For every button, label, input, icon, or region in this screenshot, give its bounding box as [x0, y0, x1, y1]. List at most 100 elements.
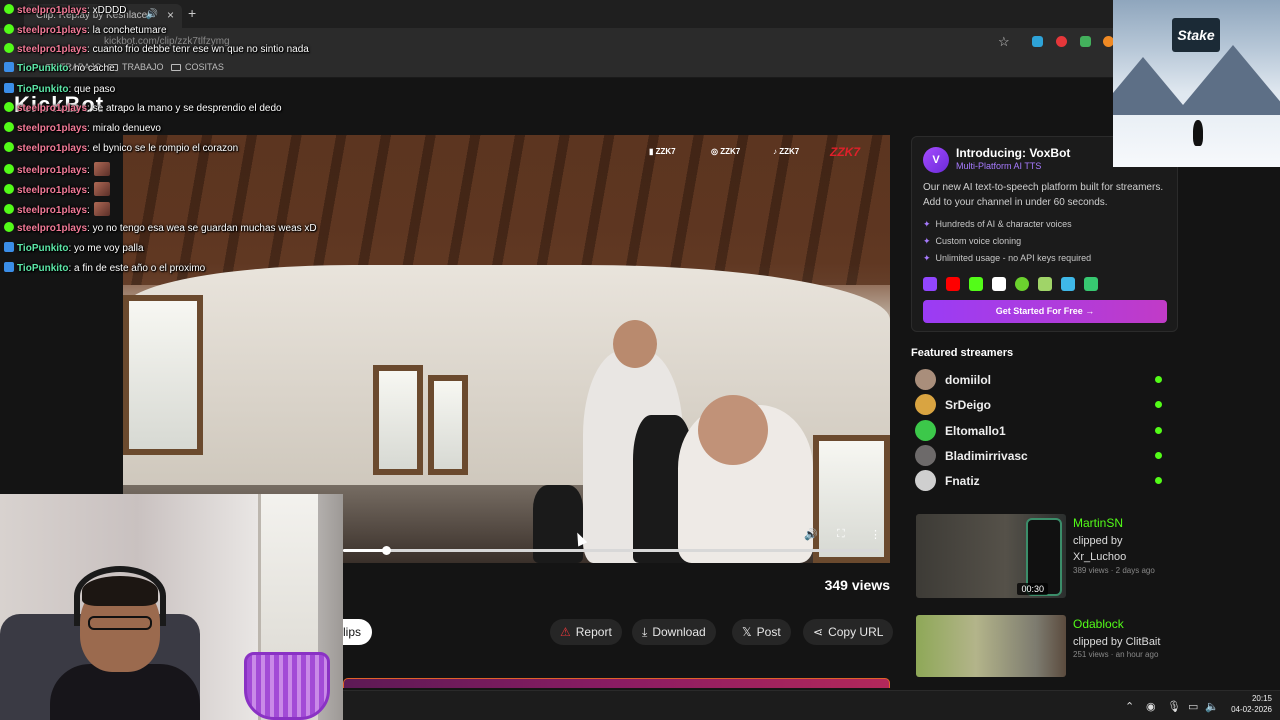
chat-username[interactable]: steelpro1plays — [17, 165, 87, 176]
chat-username[interactable]: steelpro1plays — [17, 123, 87, 134]
chat-text: : — [87, 185, 90, 196]
clip-thumbnail[interactable] — [916, 615, 1066, 677]
chat-username[interactable]: TioPunkito — [17, 243, 68, 254]
kick-badge-icon — [4, 4, 14, 14]
clip-author: clipped by ClitBait — [1073, 636, 1161, 648]
share-icon: ⋖ — [813, 625, 824, 639]
chat-username[interactable]: steelpro1plays — [17, 185, 87, 196]
clip-duration: 00:30 — [1017, 583, 1048, 595]
chat-username[interactable]: TioPunkito — [17, 263, 68, 274]
kick-badge-icon — [4, 102, 14, 112]
avatar — [915, 420, 936, 441]
verified-badge-icon — [4, 83, 14, 93]
verified-badge-icon — [4, 262, 14, 272]
chat-text: : a fin de este año o el proximo — [68, 263, 206, 274]
streamer-item[interactable]: SrDeigo — [915, 394, 1165, 416]
extension-icon[interactable] — [1032, 36, 1043, 47]
youtube-icon — [946, 277, 960, 291]
stake-ad[interactable]: Stake — [1113, 0, 1280, 167]
streamer-item[interactable]: Eltomallo1 — [915, 420, 1165, 442]
chat-username[interactable]: steelpro1plays — [17, 103, 87, 114]
promo-description: Our new AI text-to-speech platform built… — [923, 182, 1164, 208]
clip-thumbnail[interactable]: 00:30 — [916, 514, 1066, 598]
kick-badge-icon — [4, 122, 14, 132]
emote-icon — [93, 182, 110, 196]
chat-username[interactable]: steelpro1plays — [17, 143, 87, 154]
chat-text: : — [87, 205, 90, 216]
kick-badge-icon — [4, 184, 14, 194]
download-button[interactable]: ⤓ Download — [632, 619, 716, 645]
avatar — [915, 445, 936, 466]
chat-username[interactable]: steelpro1plays — [17, 205, 87, 216]
video-frame-head — [613, 320, 657, 368]
chat-text: : xDDDD — [87, 5, 127, 16]
streamer-item[interactable]: Bladimirrivasc — [915, 445, 1165, 467]
chat-username[interactable]: steelpro1plays — [17, 5, 87, 16]
video-progress-bar[interactable] — [343, 546, 879, 555]
kick-icon — [969, 277, 983, 291]
volume-icon[interactable]: 🔊 — [804, 528, 818, 541]
chat-message: steelpro1plays: la conchetumare — [4, 24, 167, 42]
clip-channel[interactable]: Odablock — [1073, 617, 1124, 631]
taskbar-clock[interactable]: 20:15 04-02-2026 — [1220, 693, 1272, 715]
tray-chevron-icon[interactable]: ⌃ — [1125, 700, 1134, 713]
copy-url-button[interactable]: ⋖ Copy URL — [803, 619, 894, 645]
webcam-basket — [244, 652, 330, 720]
chat-username[interactable]: steelpro1plays — [17, 44, 87, 55]
chat-username[interactable]: steelpro1plays — [17, 25, 87, 36]
streamelements-icon — [1061, 277, 1075, 291]
speaker-tray-icon[interactable]: 🔈 — [1205, 700, 1219, 713]
more-options-icon[interactable]: ⋮ — [870, 528, 881, 541]
chat-message: steelpro1plays: se atrapo la mano y se d… — [4, 102, 282, 120]
progress-handle[interactable] — [381, 546, 391, 555]
webcam-person-body — [50, 664, 200, 720]
mountain-shape — [1173, 45, 1280, 117]
stake-logo: Stake — [1172, 18, 1220, 52]
live-indicator — [1155, 477, 1162, 484]
clip-card[interactable]: Odablock clipped by ClitBait 251 views ·… — [916, 615, 1176, 699]
webcam-glasses — [88, 616, 152, 630]
chat-text: : — [87, 165, 90, 176]
chat-overlay: steelpro1plays: xDDDD steelpro1plays: la … — [0, 0, 400, 280]
microphone-icon[interactable]: 🎙 — [1167, 700, 1181, 713]
display-icon[interactable]: ▭ — [1188, 700, 1198, 713]
promo-subtitle: Multi-Platform AI TTS — [956, 161, 1042, 171]
chat-text: : no cache — [68, 63, 115, 74]
clock-time: 20:15 — [1251, 694, 1272, 703]
chat-username[interactable]: TioPunkito — [17, 84, 68, 95]
sparkle-icon: ✦ — [923, 219, 931, 229]
chat-message: steelpro1plays: — [4, 182, 110, 200]
video-frame-head — [698, 395, 768, 465]
fullscreen-icon[interactable]: ⛶ — [837, 528, 845, 541]
discord-tray-icon[interactable]: ◉ — [1146, 700, 1156, 713]
verified-badge-icon — [4, 242, 14, 252]
chat-username[interactable]: steelpro1plays — [17, 223, 87, 234]
sparkle-icon: ✦ — [923, 253, 931, 263]
streamer-item[interactable]: Fnatiz — [915, 470, 1165, 492]
extension-icon[interactable] — [1056, 36, 1067, 47]
kick-badge-icon — [4, 24, 14, 34]
emote-icon — [93, 202, 110, 216]
rumble-icon — [1015, 277, 1029, 291]
chat-message: TioPunkito: que paso — [4, 83, 115, 101]
bookmark-star-icon[interactable]: ☆ — [998, 34, 1010, 50]
post-button[interactable]: 𝕏 Post — [732, 619, 791, 645]
clip-card[interactable]: 00:30 MartinSN clipped by Xr_Luchoo 389 … — [916, 514, 1176, 598]
avatar — [915, 369, 936, 390]
clip-author: clipped by Xr_Luchoo — [1073, 535, 1127, 563]
chat-message: TioPunkito: no cache — [4, 62, 115, 80]
streamer-item[interactable]: domiilol — [915, 369, 1165, 391]
chat-message: TioPunkito: a fin de este año o el proxi… — [4, 262, 205, 280]
live-indicator — [1155, 427, 1162, 434]
report-button[interactable]: ⚠ Report — [550, 619, 622, 645]
chat-message: steelpro1plays: cuanto frio debbe tenr e… — [4, 43, 309, 61]
chat-username[interactable]: TioPunkito — [17, 63, 68, 74]
get-started-button[interactable]: Get Started For Free → — [923, 300, 1167, 323]
clip-channel[interactable]: MartinSN — [1073, 516, 1123, 530]
extension-icon[interactable] — [1080, 36, 1091, 47]
avatar — [915, 470, 936, 491]
chat-text: : se atrapo la mano y se desprendio el d… — [87, 103, 282, 114]
webcam-overlay — [0, 494, 343, 720]
clip-meta: 251 views · an hour ago — [1073, 650, 1159, 659]
kick-badge-icon — [4, 43, 14, 53]
